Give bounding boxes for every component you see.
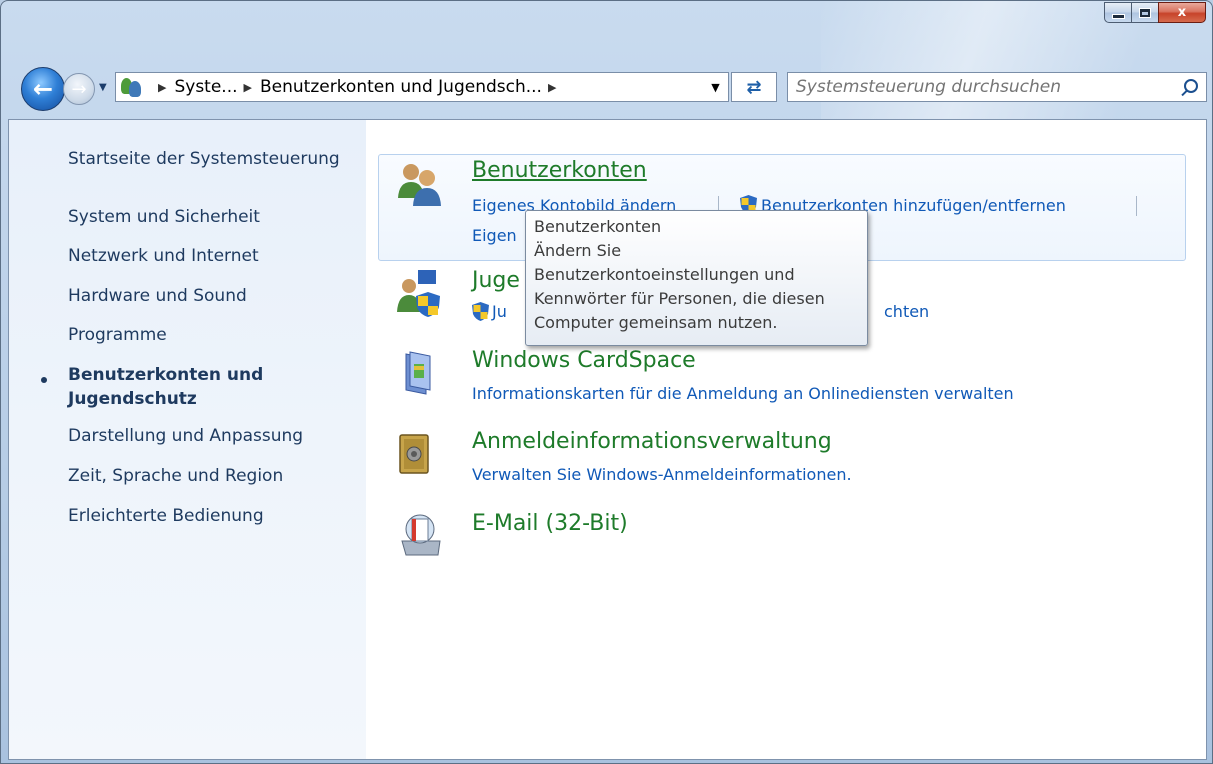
link-own-password[interactable]: Eigen — [472, 226, 517, 245]
parental-controls-icon[interactable] — [396, 270, 444, 318]
breadcrumb-arrow-icon[interactable]: ▶ — [158, 81, 166, 94]
sidebar-item-user-accounts-current: Benutzerkonten und Jugendschutz — [68, 365, 264, 409]
sidebar-item-control-panel-home[interactable]: Startseite der Systemsteuerung — [68, 147, 340, 171]
sidebar-item-appearance[interactable]: Darstellung und Anpassung — [68, 424, 303, 448]
sidebar-item-hardware-sound[interactable]: Hardware und Sound — [68, 284, 247, 308]
sidebar-item-ease-of-access[interactable]: Erleichterte Bedienung — [68, 504, 264, 528]
category-title-user-accounts[interactable]: Benutzerkonten — [472, 158, 647, 183]
sidebar-item-network-internet[interactable]: Netzwerk und Internet — [68, 244, 259, 268]
search-input[interactable] — [796, 77, 1166, 97]
category-title-cardspace[interactable]: Windows CardSpace — [472, 348, 696, 373]
search-icon[interactable] — [1184, 79, 1198, 93]
address-dropdown-button[interactable]: ▼ — [702, 73, 728, 101]
refresh-icon: ⇄ — [746, 76, 762, 98]
category-title-credential-manager[interactable]: Anmeldeinformationsverwaltung — [472, 429, 832, 454]
maximize-button[interactable] — [1131, 2, 1158, 23]
search-box[interactable] — [787, 72, 1207, 102]
tooltip-title: Benutzerkonten — [534, 217, 662, 236]
close-icon: x — [1177, 5, 1187, 20]
uac-shield-icon — [472, 302, 489, 321]
sidebar-item-clock-language-region[interactable]: Zeit, Sprache und Region — [68, 464, 283, 488]
link-parental-controls-tail[interactable]: chten — [884, 302, 929, 321]
close-button[interactable]: x — [1158, 2, 1206, 23]
minimize-icon — [1111, 14, 1125, 19]
window-frame: x ← → ▼ ▶ Syste... ▶ Benutzerkonten und … — [0, 0, 1213, 764]
forward-arrow-icon: → — [71, 78, 87, 100]
navigation-bar: ← → ▼ ▶ Syste... ▶ Benutzerkonten und Ju… — [21, 66, 1207, 114]
sidebar-item-programs[interactable]: Programme — [68, 323, 167, 347]
tooltip: Benutzerkonten Ändern Sie Benutzerkontoe… — [525, 210, 868, 346]
breadcrumb-system[interactable]: Syste... — [174, 77, 237, 97]
link-parental-controls[interactable]: Ju — [492, 302, 507, 321]
back-arrow-icon: ← — [32, 75, 54, 103]
link-manage-information-cards[interactable]: Informationskarten für die Anmeldung an … — [472, 384, 1014, 403]
user-accounts-icon[interactable] — [396, 160, 444, 208]
link-manage-windows-credentials[interactable]: Verwalten Sie Windows-Anmeldeinformation… — [472, 465, 852, 484]
forward-button[interactable]: → — [63, 73, 95, 105]
maximize-icon — [1140, 8, 1150, 17]
sidebar: Startseite der Systemsteuerung System un… — [9, 120, 366, 759]
breadcrumb-arrow-icon[interactable]: ▶ — [244, 81, 252, 94]
link-separator — [1136, 196, 1137, 216]
tooltip-line: Kennwörter für Personen, die diesen — [534, 289, 825, 308]
category-title-parental-controls[interactable]: Juge — [472, 268, 520, 293]
back-button[interactable]: ← — [21, 67, 65, 111]
cardspace-icon[interactable] — [396, 350, 444, 398]
minimize-button[interactable] — [1104, 2, 1131, 23]
credential-vault-icon[interactable] — [396, 431, 444, 479]
tooltip-line: Computer gemeinsam nutzen. — [534, 313, 778, 332]
category-title-mail[interactable]: E-Mail (32-Bit) — [472, 511, 628, 536]
caption-buttons: x — [1104, 2, 1206, 23]
tooltip-line: Ändern Sie — [534, 241, 622, 260]
current-item-bullet-icon — [41, 377, 47, 383]
sidebar-item-system-security[interactable]: System und Sicherheit — [68, 205, 260, 229]
recent-pages-dropdown[interactable]: ▼ — [99, 82, 107, 93]
breadcrumb-arrow-icon[interactable]: ▶ — [548, 81, 556, 94]
refresh-button[interactable]: ⇄ — [731, 72, 777, 102]
address-bar[interactable]: ▶ Syste... ▶ Benutzerkonten und Jugendsc… — [115, 72, 729, 102]
tooltip-line: Benutzerkontoeinstellungen und — [534, 265, 795, 284]
user-accounts-icon — [120, 77, 142, 97]
mail-icon[interactable] — [396, 511, 444, 559]
breadcrumb-user-accounts[interactable]: Benutzerkonten und Jugendsch... — [260, 77, 542, 97]
